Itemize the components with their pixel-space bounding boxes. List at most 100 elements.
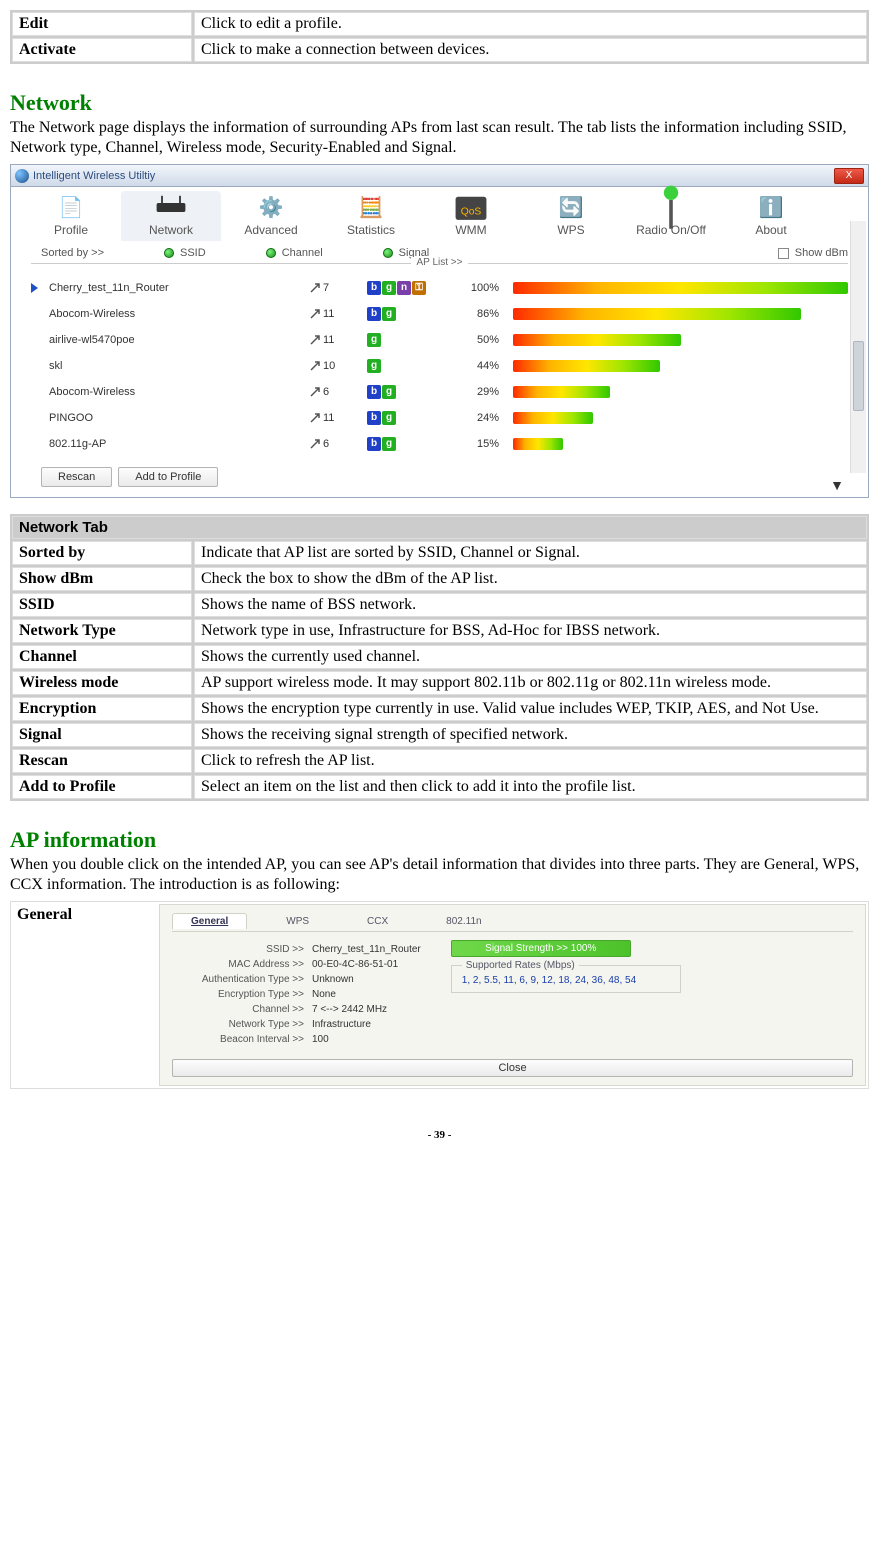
field-val: 100 [312,1034,329,1045]
apinfo-tab-80211n[interactable]: 802.11n [427,913,500,929]
tab-profile[interactable]: 📄 Profile [21,191,121,241]
expand-arrow-icon[interactable]: ▼ [830,477,844,493]
apinfo-tab-general[interactable]: General [172,913,247,929]
tab-advanced[interactable]: ⚙️ Advanced [221,191,321,241]
mode-b-icon: b [367,281,381,295]
network-tab-table: Network Tab Sorted byIndicate that AP li… [10,514,869,801]
ap-row[interactable]: Cherry_test_11n_Router7bgn⚿100% [41,275,848,301]
field-key: Beacon Interval >> [172,1034,312,1045]
apinfo-tab-wps[interactable]: WPS [267,913,328,929]
ap-signal-pct: 44% [455,360,505,372]
window-title: Intelligent Wireless Utiltiy [33,170,155,182]
field-key: Encryption Type >> [172,989,312,1000]
scrollbar-thumb[interactable] [853,341,864,411]
ap-row[interactable]: 802.11g-AP6bg15% [41,431,848,457]
main-toolbar: 📄 Profile Network ⚙️ Advanced 🧮 Statisti… [11,187,868,241]
field-val: 7 <--> 2442 MHz [312,1004,387,1015]
sorted-by-label: Sorted by >> [41,247,104,259]
channel-icon [309,334,321,346]
ap-row[interactable]: skl 10 g 44% [41,353,848,379]
sort-channel[interactable]: Channel [266,247,323,259]
tab-label: About [721,223,821,237]
tab-wmm[interactable]: QoS WMM [421,191,521,241]
ap-row[interactable]: airlive-wl5470poe11g50% [41,327,848,353]
tab-wps[interactable]: 🔄 WPS [521,191,621,241]
tab-label: Network [121,223,221,237]
radio-icon [383,248,393,258]
scrollbar[interactable] [850,221,866,473]
ap-info-intro: When you double click on the intended AP… [10,855,869,895]
ap-ssid: 802.11g-AP [41,438,301,450]
def-label: Show dBm [12,567,192,591]
tab-radio[interactable]: Radio On/Off [621,191,721,241]
ap-modes: g [367,333,447,347]
ap-signal-pct: 29% [455,386,505,398]
network-intro: The Network page displays the informatio… [10,118,869,158]
ap-info-heading: AP information [10,827,869,853]
apinfo-tab-ccx[interactable]: CCX [348,913,407,929]
ap-ssid: Cherry_test_11n_Router [41,282,301,294]
ap-modes: bgn⚿ [367,281,447,295]
mode-b-icon: b [367,437,381,451]
field-val: Cherry_test_11n_Router [312,944,421,955]
def-label: Rescan [12,749,192,773]
ap-modes: bg [367,307,447,321]
ap-row[interactable]: Abocom-Wireless6bg29% [41,379,848,405]
ap-signal-pct: 50% [455,334,505,346]
def-label: Activate [12,38,192,62]
tab-statistics[interactable]: 🧮 Statistics [321,191,421,241]
def-desc: Select an item on the list and then clic… [194,775,867,799]
about-icon: ℹ️ [753,193,789,221]
def-label: Sorted by [12,541,192,565]
network-heading: Network [10,90,869,116]
def-desc: Shows the encryption type currently in u… [194,697,867,721]
def-desc: Shows the currently used channel. [194,645,867,669]
advanced-icon: ⚙️ [253,193,289,221]
add-to-profile-button[interactable]: Add to Profile [118,467,218,487]
sort-ssid[interactable]: SSID [164,247,206,259]
ap-ssid: skl [41,360,301,372]
ap-row[interactable]: PINGOO11bg24% [41,405,848,431]
tab-about[interactable]: ℹ️ About [721,191,821,241]
tab-label: Radio On/Off [621,223,721,237]
ap-channel: 6 [309,438,359,450]
field-key: Authentication Type >> [172,974,312,985]
tab-label: Advanced [221,223,321,237]
security-icon: ⚿ [412,281,426,295]
ap-channel: 10 [309,360,359,372]
channel-icon [309,412,321,424]
ap-ssid: PINGOO [41,412,301,424]
tab-network[interactable]: Network [121,191,221,241]
def-desc: Indicate that AP list are sorted by SSID… [194,541,867,565]
def-label: Signal [12,723,192,747]
close-button[interactable]: X [834,168,864,184]
ap-signal-bar [513,282,848,294]
mode-g-icon: g [382,411,396,425]
wmm-icon: QoS [453,193,489,221]
mode-g-icon: g [382,281,396,295]
network-tab-header: Network Tab [12,516,867,539]
field-val: Infrastructure [312,1019,371,1030]
signal-strength-bar: Signal Strength >> 100% [451,940,631,957]
ap-info-row: General General WPS CCX 802.11n SSID >>C… [10,901,869,1089]
radio-icon [653,193,689,221]
def-label: Network Type [12,619,192,643]
mode-g-icon: g [382,307,396,321]
app-icon [15,169,29,183]
ap-channel: 11 [309,412,359,424]
mode-n-icon: n [397,281,411,295]
field-key: SSID >> [172,944,312,955]
svg-text:QoS: QoS [461,207,482,218]
ap-row[interactable]: Abocom-Wireless11bg86% [41,301,848,327]
ap-signal-bar [513,438,848,450]
rescan-button[interactable]: Rescan [41,467,112,487]
wps-icon: 🔄 [553,193,589,221]
def-label: Add to Profile [12,775,192,799]
channel-icon [309,438,321,450]
apinfo-close-button[interactable]: Close [172,1059,853,1077]
show-dbm-checkbox[interactable]: Show dBm [778,247,848,259]
tab-label: Profile [21,223,121,237]
ap-modes: g [367,359,447,373]
wireless-utility-window: Intelligent Wireless Utiltiy X 📄 Profile… [10,164,869,498]
def-desc: Shows the name of BSS network. [194,593,867,617]
